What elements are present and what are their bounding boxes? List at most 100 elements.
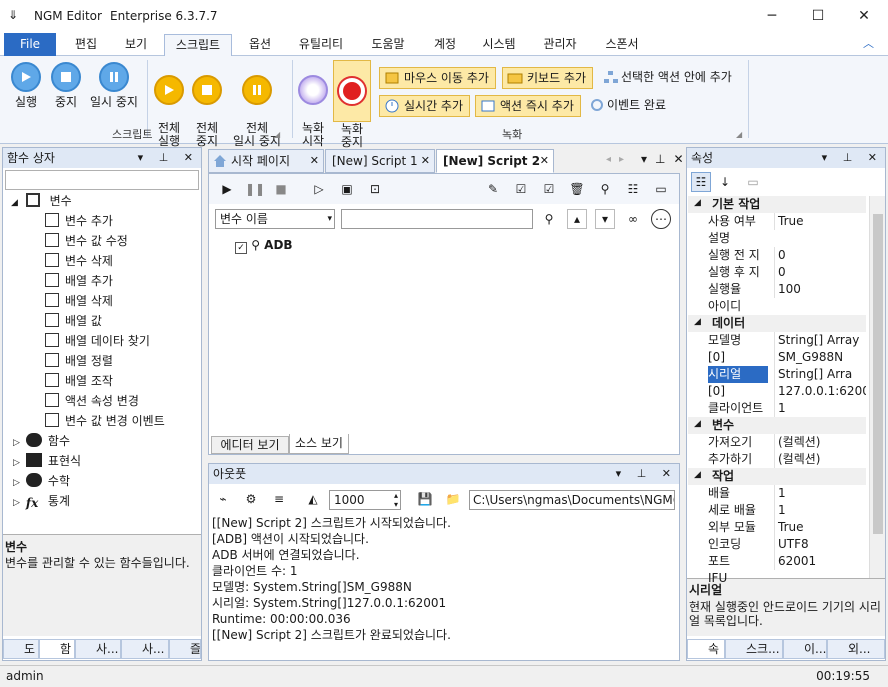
tree-item[interactable]: 배열 정렬 [45,351,113,371]
tab-utility[interactable]: 유틸리티 [290,34,352,56]
close-button[interactable]: ✕ [841,0,887,32]
tab-properties[interactable]: 속 [687,639,725,659]
panel-buttons[interactable]: ▾ ⊥ ✕ [822,148,883,168]
tab-system[interactable]: 시스템 [474,34,524,56]
tree-item[interactable]: 배열 삭제 [45,291,113,311]
property-row[interactable]: 클라이언트 1 [688,400,866,417]
tab-account[interactable]: 계정 [424,34,466,56]
check-all-icon[interactable]: ☑ [511,179,531,199]
run-button[interactable]: 실행 [6,62,46,109]
tree-item[interactable]: 배열 데이타 찾기 [45,331,150,351]
delete-icon[interactable]: 🗑 [567,179,587,199]
property-row[interactable]: 추가하기 (컬렉션) [688,451,866,468]
tab-functions[interactable]: 함 [39,639,75,659]
tab-external[interactable]: 외... [827,639,885,659]
tree-node-variables[interactable]: ◢ 변수 [11,191,72,211]
event-complete-button[interactable]: 이벤트 완료 [587,95,666,117]
property-row[interactable]: 포트 62001 [688,553,866,570]
run-all-button[interactable]: 전체 실행 [150,62,188,148]
property-row[interactable]: 실행 후 지 0 [688,264,866,281]
scrollbar-thumb[interactable] [873,214,883,534]
tab-admin[interactable]: 관리자 [534,34,586,56]
tab-script-1[interactable]: [New] Script 1 ✕ [325,149,435,173]
system-menu-icon[interactable]: ⇓ [8,8,18,22]
tree-item[interactable]: 변수 삭제 [45,251,113,271]
add-realtime-button[interactable]: 실시간 추가 [379,95,471,117]
panel-buttons[interactable]: ▾ ⊥ ✕ [138,148,199,168]
property-row[interactable]: 외부 모듈 True [688,519,866,536]
close-tab-icon[interactable]: ✕ [421,150,430,172]
tree-item[interactable]: 배열 값 [45,311,102,331]
save-icon[interactable]: 💾 [415,489,435,509]
collapse-icon[interactable]: ◢ [694,419,701,429]
add-action-now-button[interactable]: 액션 즉시 추가 [475,95,581,117]
tree-item[interactable]: 변수 추가 [45,211,113,231]
property-row[interactable]: 실행율 100 [688,281,866,298]
search-icon[interactable]: ⚲ [595,179,615,199]
record-group-launcher-icon[interactable]: ◢ [736,130,742,139]
property-pages-icon[interactable]: ▭ [743,172,763,192]
record-stop-button[interactable]: 녹화 중지 [333,60,371,149]
tree-item[interactable]: 배열 조작 [45,371,113,391]
step-into-icon[interactable]: ▣ [337,179,357,199]
loop-icon[interactable]: ∞ [623,209,643,229]
property-row[interactable]: 인코딩 UTF8 [688,536,866,553]
stop-all-button[interactable]: 전체 중지 [188,62,226,148]
tab-script-list[interactable]: 스크... [725,639,783,659]
tab-editor-view[interactable]: 에디터 보기 [211,436,289,454]
tab-view[interactable]: 보기 [114,34,158,56]
stop-icon[interactable]: ■ [271,179,291,199]
variable-select[interactable]: 변수 이름 ▾ [215,209,335,229]
tree-node-expressions[interactable]: ▷ 표현식 [13,451,81,471]
sort-alpha-icon[interactable]: ↓ [715,172,735,192]
tab-edit[interactable]: 편집 [64,34,108,56]
record-start-button[interactable]: 녹화 시작 [296,62,330,148]
collapse-ribbon-icon[interactable]: ︿ [863,35,874,51]
tab-user-functions[interactable]: 사... [75,639,121,659]
property-category[interactable]: 기본 작업 [688,196,866,213]
tab-help[interactable]: 도움말 [360,34,416,56]
tab-user-fx[interactable]: 사... [121,639,169,659]
folder-icon[interactable]: 📁 [443,489,463,509]
edit-icon[interactable]: ✎ [483,179,503,199]
pause-button[interactable]: 일시 중지 [86,62,142,109]
property-category[interactable]: 변수 [688,417,866,434]
stepper-arrows-icon[interactable]: ▴ ▾ [394,491,398,509]
property-row[interactable]: IFU [688,570,866,587]
tree-view-icon[interactable]: ☷ [623,179,643,199]
tab-scroll-icons[interactable]: ◂▸ [606,154,632,165]
editor-panel-buttons[interactable]: ▾⊥✕ [641,152,692,166]
property-row[interactable]: 아이디 [688,298,866,315]
tree-node-functions[interactable]: ▷ 함수 [13,431,70,451]
clean-icon[interactable]: ⌁ [213,489,233,509]
eraser-icon[interactable]: ◭ [303,489,323,509]
properties-scrollbar[interactable] [869,196,885,578]
tree-item[interactable]: 변수 값 변경 이벤트 [45,411,165,431]
tab-toolbox[interactable]: 도 [3,639,39,659]
property-row[interactable]: 배율 1 [688,485,866,502]
tab-images[interactable]: 이... [783,639,827,659]
panel-buttons[interactable]: ▾ ⊥ ✕ [616,464,677,484]
property-row[interactable]: 시리얼 String[] Arra [688,366,866,383]
list-icon[interactable]: ≡ [269,489,289,509]
checkbox-icon[interactable]: ✓ [235,242,247,254]
function-search-input[interactable] [5,170,199,190]
property-row[interactable]: 실행 전 지 0 [688,247,866,264]
maximize-button[interactable]: ☐ [795,0,841,32]
property-row[interactable]: 설명 [688,230,866,247]
property-row[interactable]: 사용 여부 True [688,213,866,230]
settings-icon[interactable]: ⚙ [241,489,261,509]
tab-start-page[interactable]: 시작 페이지 ✕ [208,149,324,173]
tree-item[interactable]: 액션 속성 변경 [45,391,139,411]
close-tab-icon[interactable]: ✕ [540,150,549,172]
stop-button[interactable]: 중지 [46,62,86,109]
add-in-selected-button[interactable]: 선택한 액션 안에 추가 [601,67,732,89]
script-group-launcher-icon[interactable]: ◢ [274,130,280,139]
tab-options[interactable]: 옵션 [238,34,282,56]
variable-value-input[interactable] [341,209,533,229]
collapse-icon[interactable]: ◢ [694,470,701,480]
property-category[interactable]: 작업 [688,468,866,485]
move-down-icon[interactable]: ▾ [595,209,615,229]
minimize-button[interactable]: ─ [749,0,795,32]
step-over-icon[interactable]: ⊡ [365,179,385,199]
